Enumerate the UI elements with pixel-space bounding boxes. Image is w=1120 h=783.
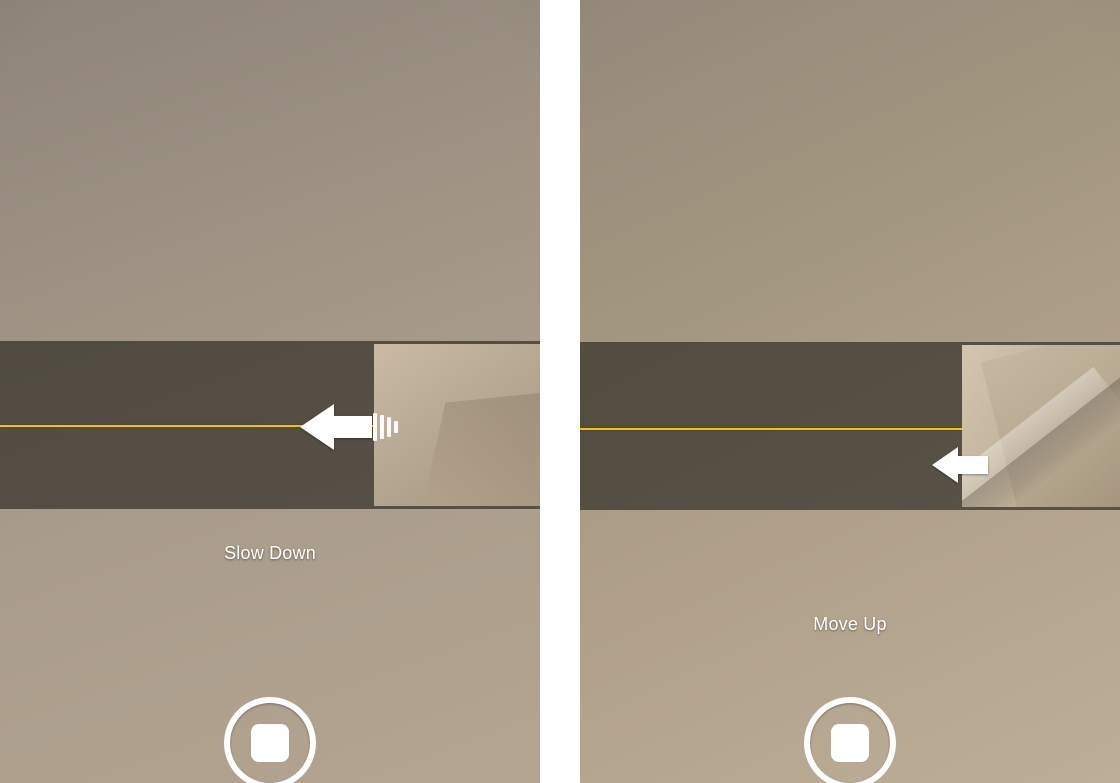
panorama-strip (580, 342, 1120, 510)
panorama-screen-slow-down: Slow Down (0, 0, 540, 783)
panel-divider (540, 0, 580, 783)
stop-capture-button[interactable] (224, 697, 316, 783)
stop-icon (831, 724, 869, 762)
stop-capture-button[interactable] (804, 697, 896, 783)
stop-icon (251, 724, 289, 762)
panorama-strip (0, 341, 540, 509)
panorama-capture-compare: Slow Down Move Up (0, 0, 1120, 783)
arrow-left-icon (932, 446, 988, 489)
speed-trail-icon (373, 413, 398, 441)
instruction-text: Slow Down (0, 543, 540, 564)
captured-preview-thumb (374, 344, 540, 506)
instruction-text: Move Up (580, 614, 1120, 635)
arrow-left-icon (300, 402, 372, 457)
panorama-screen-move-up: Move Up (580, 0, 1120, 783)
